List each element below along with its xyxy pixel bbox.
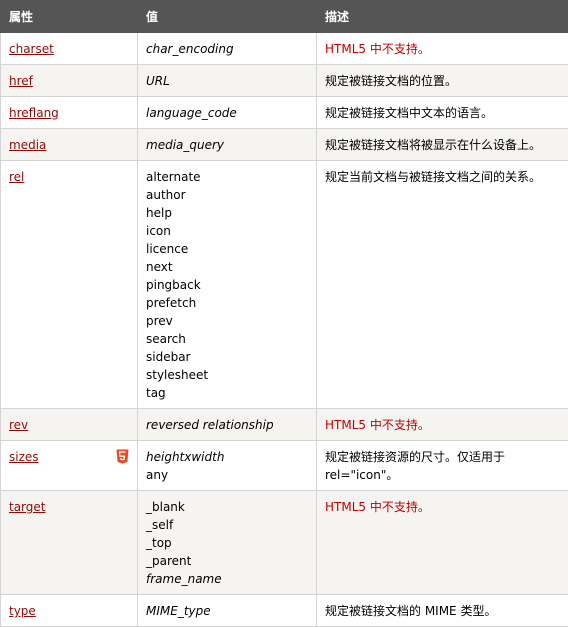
value-item: prev [146, 312, 308, 330]
attribute-link-charset[interactable]: charset [9, 42, 54, 56]
value-item: reversed relationship [146, 416, 308, 434]
attribute-cell: media [1, 129, 138, 161]
value-item: pingback [146, 276, 308, 294]
attribute-cell: type [1, 595, 138, 627]
value-item: stylesheet [146, 366, 308, 384]
unsupported-note: HTML5 中不支持。 [317, 409, 568, 441]
description-cell: 规定被链接资源的尺寸。仅适用于 rel="icon"。 [317, 441, 568, 491]
value-item: author [146, 186, 308, 204]
value-cell: alternateauthorhelpiconlicencenextpingba… [138, 161, 317, 409]
table-row: charset char_encoding HTML5 中不支持。 [1, 33, 568, 65]
table-row: href URL 规定被链接文档的位置。 [1, 65, 568, 97]
value-item: _top [146, 534, 308, 552]
value-cell: _blank_self_top_parentframe_name [138, 491, 317, 595]
table-row: sizesheightxwidthany规定被链接资源的尺寸。仅适用于 rel=… [1, 441, 568, 491]
attribute-cell: rev [1, 409, 138, 441]
attribute-cell: target [1, 491, 138, 595]
attribute-link-type[interactable]: type [9, 604, 36, 618]
attribute-link-hreflang[interactable]: hreflang [9, 106, 59, 120]
value-item: tag [146, 384, 308, 402]
attribute-link-sizes[interactable]: sizes [9, 450, 39, 464]
table-row: type MIME_type 规定被链接文档的 MIME 类型。 [1, 595, 568, 627]
attribute-cell: sizes [1, 441, 138, 491]
description-cell: 规定被链接文档的 MIME 类型。 [317, 595, 568, 627]
value-item: licence [146, 240, 308, 258]
value-item: URL [146, 72, 308, 90]
table-body: charset char_encoding HTML5 中不支持。 href URL 规定… [1, 33, 568, 627]
value-item: MIME_type [146, 602, 308, 620]
value-cell: char_encoding [138, 33, 317, 65]
value-item: char_encoding [146, 40, 308, 58]
value-cell: language_code [138, 97, 317, 129]
value-item: _blank [146, 498, 308, 516]
attribute-cell: hreflang [1, 97, 138, 129]
unsupported-note: HTML5 中不支持。 [317, 33, 568, 65]
header-attribute: 属性 [1, 1, 138, 33]
value-item: heightxwidth [146, 448, 308, 466]
value-item: sidebar [146, 348, 308, 366]
value-cell: heightxwidthany [138, 441, 317, 491]
value-cell: MIME_type [138, 595, 317, 627]
value-item: icon [146, 222, 308, 240]
attribute-link-rel[interactable]: rel [9, 170, 24, 184]
header-value: 值 [138, 1, 317, 33]
description-cell: 规定被链接文档的位置。 [317, 65, 568, 97]
value-item: _self [146, 516, 308, 534]
value-item: search [146, 330, 308, 348]
table-header: 属性 值 描述 [1, 1, 568, 33]
description-cell: 规定被链接文档将被显示在什么设备上。 [317, 129, 568, 161]
value-item: _parent [146, 552, 308, 570]
value-item: media_query [146, 136, 308, 154]
table-row: hreflang language_code 规定被链接文档中文本的语言。 [1, 97, 568, 129]
value-item: frame_name [146, 570, 308, 588]
value-item: alternate [146, 168, 308, 186]
value-item: language_code [146, 104, 308, 122]
table-row: rel alternateauthorhelpiconlicencenextpin… [1, 161, 568, 409]
attribute-link-rev[interactable]: rev [9, 418, 28, 432]
html5-badge-icon [116, 449, 129, 464]
value-item: any [146, 466, 308, 484]
attribute-link-href[interactable]: href [9, 74, 33, 88]
table-row: target_blank_self_top_parentframe_nameHT… [1, 491, 568, 595]
attribute-link-target[interactable]: target [9, 500, 46, 514]
table-row: media media_query 规定被链接文档将被显示在什么设备上。 [1, 129, 568, 161]
attribute-link-media[interactable]: media [9, 138, 46, 152]
value-item: next [146, 258, 308, 276]
description-cell: 规定被链接文档中文本的语言。 [317, 97, 568, 129]
table-row: rev reversed relationship HTML5 中不支持。 [1, 409, 568, 441]
attribute-cell: rel [1, 161, 138, 409]
value-cell: reversed relationship [138, 409, 317, 441]
header-description: 描述 [317, 1, 568, 33]
attribute-cell: href [1, 65, 138, 97]
unsupported-note: HTML5 中不支持。 [317, 491, 568, 595]
description-cell: 规定当前文档与被链接文档之间的关系。 [317, 161, 568, 409]
attribute-reference-table: 属性 值 描述 charsetchar_encodingHTML5 中不支持。h… [0, 0, 568, 627]
header-row: 属性 值 描述 [1, 1, 568, 33]
value-cell: URL [138, 65, 317, 97]
value-item: help [146, 204, 308, 222]
attribute-cell: charset [1, 33, 138, 65]
value-cell: media_query [138, 129, 317, 161]
value-item: prefetch [146, 294, 308, 312]
